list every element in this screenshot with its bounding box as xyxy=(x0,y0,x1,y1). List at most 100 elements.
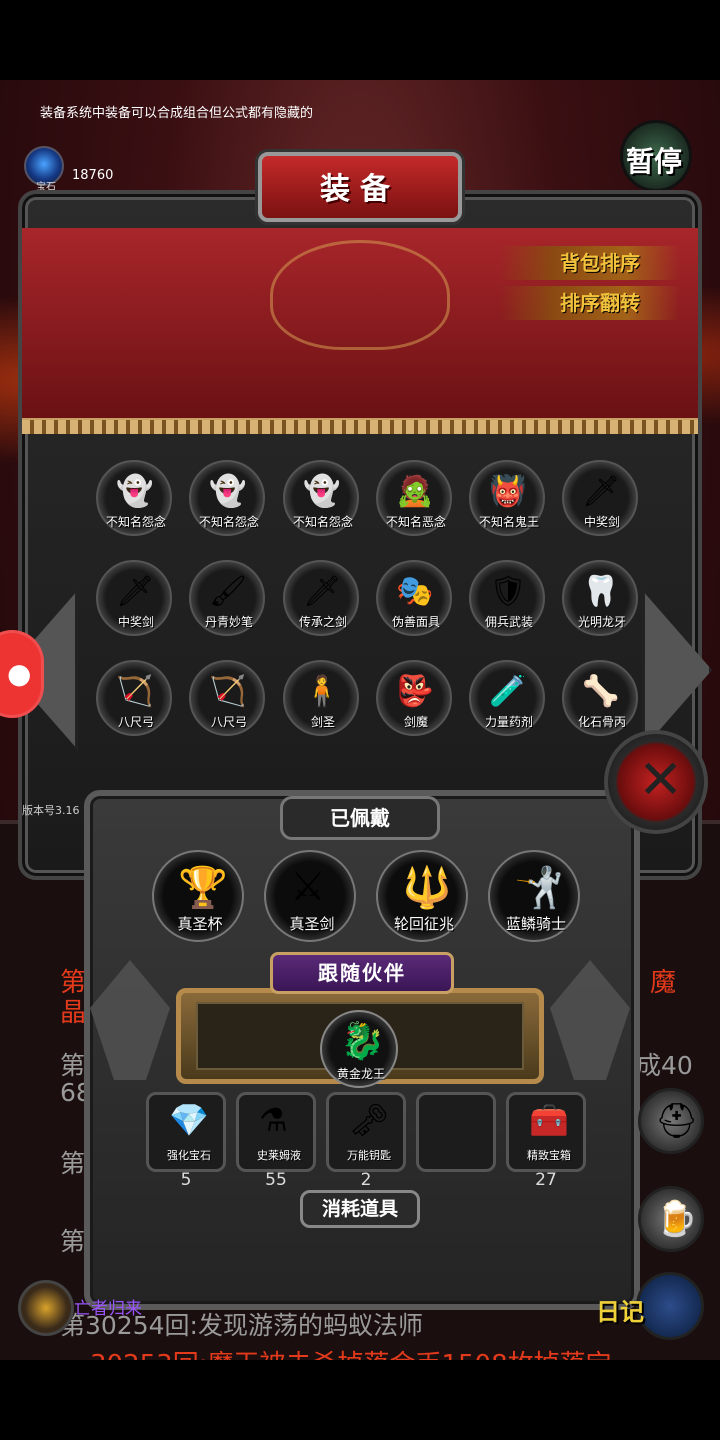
top-tip: 装备系统中装备可以合成组合但公式都有隐藏的 xyxy=(40,106,314,121)
consumable-count: 55 xyxy=(265,1170,287,1190)
equipped-slot[interactable]: ⚔ 真圣剑 xyxy=(264,850,356,942)
inventory-item-label: 八尺弓 xyxy=(210,715,247,729)
bow-icon: 🏹 xyxy=(116,673,154,709)
sworddemon-icon: 👺 xyxy=(396,673,434,709)
diary-button[interactable] xyxy=(636,1272,704,1340)
inventory-item[interactable]: 🗡 中奖剑 xyxy=(562,460,638,536)
inventory-item[interactable]: 🖌 丹青妙笔 xyxy=(189,560,265,636)
hero-avatar[interactable] xyxy=(18,1280,74,1336)
inventory-item-label: 剑圣 xyxy=(310,715,335,729)
golden-dragon-icon: 🐉 xyxy=(340,1021,385,1062)
key-icon: 🗝 xyxy=(349,1101,390,1139)
inventory-item-label: 化石骨丙 xyxy=(577,715,626,729)
inventory-item[interactable]: 👺 剑魔 xyxy=(376,660,452,736)
sword-icon: 🗡 xyxy=(115,573,155,609)
inventory-item[interactable]: 🦴 化石骨丙 xyxy=(562,660,638,736)
inventory-item-label: 不知名怨念 xyxy=(105,515,166,529)
reverse-sort-button[interactable]: 排序翻转 xyxy=(500,286,680,320)
sword-icon: 🗡 xyxy=(302,573,342,609)
inventory-item-label: 传承之剑 xyxy=(298,615,347,629)
consumable-slot[interactable]: 💎 强化宝石 xyxy=(146,1092,226,1172)
brush-icon: 🖌 xyxy=(208,573,248,609)
consumable-slot[interactable]: ⚗ 史莱姆液 xyxy=(236,1092,316,1172)
log-fragment: 魔 xyxy=(650,968,677,998)
close-button[interactable]: ✕ xyxy=(604,730,708,834)
inventory-item-label: 不知名鬼王 xyxy=(478,515,539,529)
inventory-item-label: 力量药剂 xyxy=(484,715,533,729)
tavern-button[interactable]: 🍺 xyxy=(638,1186,704,1252)
consumable-label: 万能钥匙 xyxy=(347,1149,391,1162)
pause-label[interactable]: 暂停 xyxy=(626,140,682,180)
inventory-item-label: 中奖剑 xyxy=(583,515,620,529)
inventory-item[interactable]: 🧟 不知名恶念 xyxy=(376,460,452,536)
inventory-item[interactable]: 👹 不知名鬼王 xyxy=(469,460,545,536)
inventory-item-label: 八尺弓 xyxy=(117,715,154,729)
potion-icon: 🧪 xyxy=(489,673,527,709)
inventory-item[interactable]: 👻 不知名怨念 xyxy=(189,460,265,536)
inventory-item[interactable]: 🗡 中奖剑 xyxy=(96,560,172,636)
ghost-icon: 👻 xyxy=(303,473,341,509)
panel-title: 装备 xyxy=(320,172,400,207)
knight-menu-button[interactable]: ⛑ xyxy=(638,1088,704,1154)
sort-bag-button[interactable]: 背包排序 xyxy=(500,246,680,280)
consumable-label: 精致宝箱 xyxy=(527,1149,571,1162)
equipped-item-label: 真圣杯 xyxy=(177,915,223,933)
consumable-count: 27 xyxy=(535,1170,557,1190)
inventory-item-label: 伪善面具 xyxy=(391,615,440,629)
consumable-slot[interactable]: 🗝 万能钥匙 xyxy=(326,1092,406,1172)
helmet-icon: ⛑ xyxy=(655,1101,699,1141)
gem-cluster-icon: 💎 xyxy=(169,1101,209,1139)
consumable-count: 2 xyxy=(360,1170,372,1190)
staff-icon: 🔱 xyxy=(402,865,452,911)
consumables-header: 消耗道具 xyxy=(300,1190,420,1228)
inventory-item[interactable]: 🧍 剑圣 xyxy=(283,660,359,736)
inventory-item[interactable]: 🎭 伪善面具 xyxy=(376,560,452,636)
version-label: 版本号3.16 xyxy=(22,804,80,817)
consumable-slot[interactable]: 🧰 精致宝箱 xyxy=(506,1092,586,1172)
ghost-icon: 👻 xyxy=(209,473,247,509)
consumable-count: 5 xyxy=(180,1170,192,1190)
inventory-item[interactable]: 👻 不知名怨念 xyxy=(96,460,172,536)
bow-icon: 🏹 xyxy=(209,673,247,709)
equipped-item-label: 真圣剑 xyxy=(289,915,335,933)
inventory-item-label: 不知名怨念 xyxy=(198,515,259,529)
swordsaint-icon: 🧍 xyxy=(303,673,341,709)
pet-label: 黄金龙王 xyxy=(336,1067,385,1081)
banner-fringe xyxy=(22,420,698,434)
log-fragment: 晶 xyxy=(60,998,87,1028)
close-icon: ✕ xyxy=(638,748,684,811)
inventory-item-label: 丹青妙笔 xyxy=(204,615,253,629)
inventory-item[interactable]: 🏹 八尺弓 xyxy=(96,660,172,736)
chest-icon: 🧰 xyxy=(529,1101,569,1139)
equipped-slot[interactable]: 🔱 轮回征兆 xyxy=(376,850,468,942)
consumable-label: 史莱姆液 xyxy=(257,1149,301,1162)
log-line: 30253回:魔王被击杀掉落金币1508枚掉落宝 xyxy=(90,1344,612,1360)
holy-sword-icon: ⚔ xyxy=(290,864,326,910)
crossed-swords-emblem-icon xyxy=(270,240,450,350)
user-profile-icon[interactable] xyxy=(0,630,44,718)
pet-header: 跟随伙伴 xyxy=(270,952,454,994)
inventory-item[interactable]: 🏹 八尺弓 xyxy=(189,660,265,736)
inventory-item[interactable]: 🛡 佣兵武装 xyxy=(469,560,545,636)
inventory-item[interactable]: 👻 不知名怨念 xyxy=(283,460,359,536)
inventory-item-label: 不知名恶念 xyxy=(385,515,446,529)
fang-icon: 🦷 xyxy=(582,573,620,609)
ghost-king-icon: 👹 xyxy=(489,473,527,509)
inventory-item-label: 不知名怨念 xyxy=(292,515,353,529)
equipped-slot[interactable]: 🏆 真圣杯 xyxy=(152,850,244,942)
bone-icon: 🦴 xyxy=(582,673,620,709)
equipped-slot[interactable]: 🤺 蓝鳞骑士 xyxy=(488,850,580,942)
inventory-item[interactable]: 🗡 传承之剑 xyxy=(283,560,359,636)
diary-label[interactable]: 日记 xyxy=(596,1292,644,1327)
inventory-item[interactable]: 🧪 力量药剂 xyxy=(469,660,545,736)
equipped-item-label: 蓝鳞骑士 xyxy=(505,915,566,933)
inventory-item-label: 剑魔 xyxy=(403,715,428,729)
wraith-icon: 🧟 xyxy=(396,473,434,509)
gem-count: 18760 xyxy=(72,168,114,183)
armor-icon: 🛡 xyxy=(488,573,528,609)
consumable-slot[interactable] xyxy=(416,1092,496,1172)
inventory-item-label: 光明龙牙 xyxy=(577,615,626,629)
pet-slot[interactable]: 🐉 黄金龙王 xyxy=(320,1010,398,1088)
equipped-item-label: 轮回征兆 xyxy=(393,915,454,933)
inventory-item[interactable]: 🦷 光明龙牙 xyxy=(562,560,638,636)
